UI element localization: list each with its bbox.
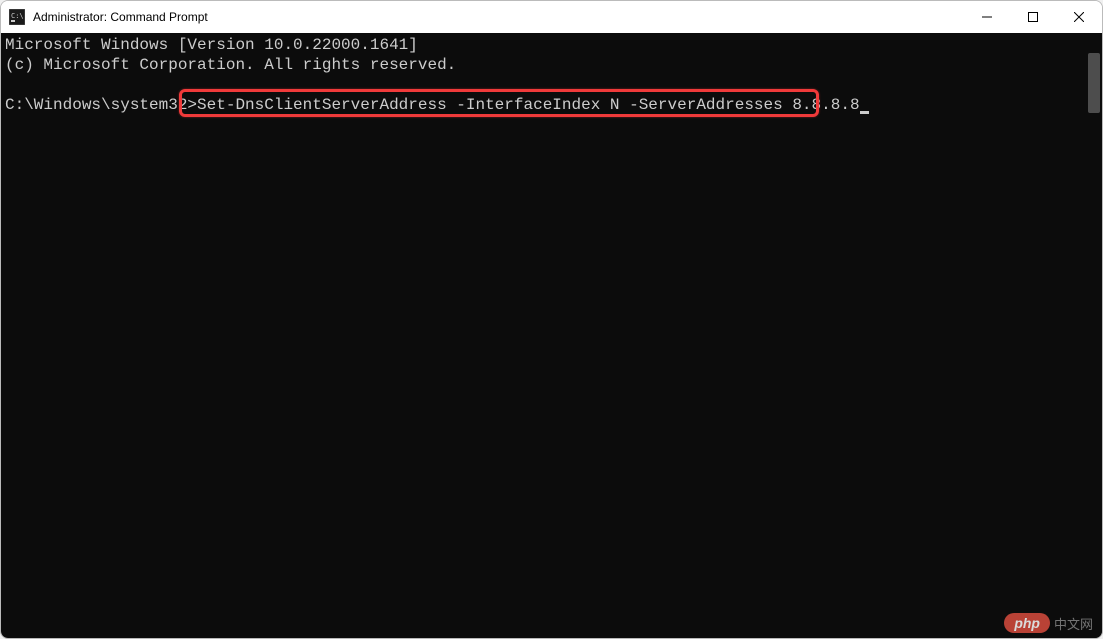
cmd-icon: C:\ [9, 9, 25, 25]
watermark: php 中文网 [1004, 613, 1093, 633]
window-title: Administrator: Command Prompt [33, 10, 964, 24]
window-controls [964, 1, 1102, 33]
terminal-area[interactable]: Microsoft Windows [Version 10.0.22000.16… [1, 33, 1102, 638]
command-input[interactable]: Set-DnsClientServerAddress -InterfaceInd… [197, 96, 860, 114]
copyright-line: (c) Microsoft Corporation. All rights re… [5, 56, 456, 74]
maximize-button[interactable] [1010, 1, 1056, 33]
prompt: C:\Windows\system32> [5, 96, 197, 114]
close-button[interactable] [1056, 1, 1102, 33]
text-cursor [860, 111, 869, 114]
scrollbar-thumb[interactable] [1088, 53, 1100, 113]
terminal-content: Microsoft Windows [Version 10.0.22000.16… [5, 35, 1098, 115]
version-line: Microsoft Windows [Version 10.0.22000.16… [5, 36, 418, 54]
scrollbar[interactable] [1086, 33, 1102, 638]
command-prompt-window: C:\ Administrator: Command Prompt Micros… [0, 0, 1103, 639]
titlebar[interactable]: C:\ Administrator: Command Prompt [1, 1, 1102, 33]
svg-text:C:\: C:\ [11, 12, 24, 20]
watermark-text: 中文网 [1054, 614, 1093, 633]
minimize-button[interactable] [964, 1, 1010, 33]
watermark-badge: php [1004, 613, 1050, 633]
